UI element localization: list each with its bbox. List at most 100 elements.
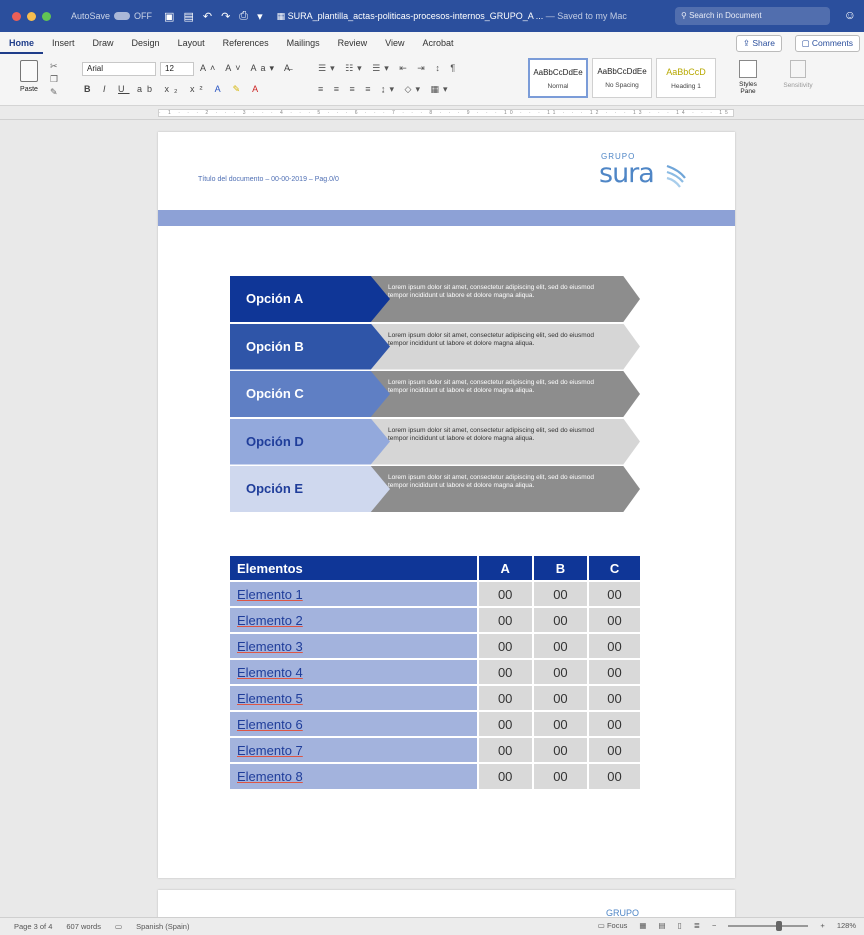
horizontal-ruler[interactable]: · 1 · · · 2 · · · 3 · · · 4 · · · 5 · · … [0, 106, 864, 120]
font-size-select[interactable]: 12 [160, 62, 194, 76]
alignment-tools[interactable]: ≡ ≡ ≡ ≡ ↨▾ ◇▾ ▦▾ [318, 84, 452, 95]
sura-logo: GRUPO sura [595, 152, 695, 196]
table-row: Elemento 2 00 00 00 [230, 606, 640, 633]
sidebar-icon[interactable]: ▣ [164, 10, 174, 23]
zoom-slider-thumb[interactable] [776, 920, 783, 931]
tab-review[interactable]: Review [329, 32, 377, 54]
styles-pane-button[interactable]: Styles Pane [735, 60, 761, 95]
header-text: Título del documento – 00-00-2019 – Pag.… [198, 176, 339, 183]
tab-acrobat[interactable]: Acrobat [414, 32, 463, 54]
tab-references[interactable]: References [214, 32, 278, 54]
language-status[interactable]: Spanish (Spain) [136, 922, 189, 931]
autosave-toggle[interactable]: AutoSave OFF [71, 11, 152, 21]
style-heading-1[interactable]: AaBbCcD Heading 1 [656, 58, 716, 98]
comment-icon: ▢ [801, 38, 812, 48]
zoom-slider[interactable] [728, 920, 809, 931]
sensitivity-button[interactable]: Sensitivity [778, 60, 818, 89]
table-cell: 00 [476, 684, 533, 711]
table-cell: Elemento 1 [230, 580, 478, 607]
toggle-icon [114, 12, 131, 20]
more-icon[interactable]: ▾ [257, 10, 263, 23]
table-cell: 00 [531, 632, 589, 659]
table-cell: 00 [476, 736, 533, 763]
zoom-level[interactable]: 128% [837, 921, 856, 930]
table-header: C [587, 556, 640, 581]
zoom-out-icon[interactable]: − [712, 921, 716, 930]
zoom-window-button[interactable] [42, 11, 51, 21]
focus-icon: ▭ [597, 921, 607, 930]
table-cell: 00 [587, 710, 640, 737]
zoom-in-icon[interactable]: + [820, 921, 824, 930]
paste-button[interactable]: Paste [14, 60, 44, 93]
comments-button[interactable]: ▢ Comments [794, 35, 860, 52]
table-cell: 00 [531, 606, 589, 633]
table-cell: 00 [587, 658, 640, 685]
search-input[interactable]: ⚲ Search in Document [675, 7, 830, 25]
table-cell: 00 [531, 762, 589, 789]
table-cell: 00 [587, 736, 640, 763]
table-cell: Elemento 5 [230, 684, 478, 711]
account-icon[interactable]: ☺ [844, 8, 856, 22]
table-cell: 00 [531, 736, 589, 763]
undo-icon[interactable]: ↶ [203, 10, 212, 23]
table-header: B [531, 556, 589, 581]
word-count[interactable]: 607 words [66, 922, 101, 931]
title-bar: AutoSave OFF ▣ ▤ ↶ ↷ ⎙ ▾ ▦ SURA_plantill… [0, 0, 864, 32]
close-window-button[interactable] [12, 11, 21, 21]
style-normal[interactable]: AaBbCcDdEe Normal [528, 58, 588, 98]
page-count[interactable]: Page 3 of 4 [14, 922, 52, 931]
style-no-spacing[interactable]: AaBbCcDdEe No Spacing [592, 58, 652, 98]
web-layout-view-icon[interactable]: ▤ [659, 921, 666, 930]
option-label: Opción C [230, 371, 390, 417]
table-cell: 00 [587, 632, 640, 659]
tab-view[interactable]: View [376, 32, 413, 54]
tab-layout[interactable]: Layout [169, 32, 214, 54]
font-name-select[interactable]: Arial [82, 62, 156, 76]
next-page[interactable]: GRUPO [158, 890, 735, 917]
table-cell: 00 [476, 710, 533, 737]
tab-mailings[interactable]: Mailings [278, 32, 329, 54]
table-cell: 00 [587, 684, 640, 711]
option-row-b: Opción B Lorem ipsum dolor sit amet, con… [230, 323, 640, 370]
tab-insert[interactable]: Insert [43, 32, 84, 54]
share-button[interactable]: ⇪ Share [735, 35, 782, 52]
print-layout-view-icon[interactable]: ▦ [639, 921, 646, 930]
proofing-icon[interactable]: ▭ [115, 922, 122, 931]
save-icon[interactable]: ▤ [183, 10, 193, 23]
focus-button[interactable]: ▭ Focus [598, 921, 628, 930]
document-canvas[interactable]: Título del documento – 00-00-2019 – Pag.… [0, 120, 864, 917]
tab-home[interactable]: Home [0, 32, 44, 54]
styles-pane-icon [739, 60, 757, 78]
table-cell: 00 [531, 658, 589, 685]
list-tools[interactable]: ☰▾ ☷▾ ☰▾ ⇤ ⇥ ↕ ¶ [318, 63, 459, 74]
table-row: Elemento 1 00 00 00 [230, 580, 640, 607]
document-page[interactable]: Título del documento – 00-00-2019 – Pag.… [158, 132, 735, 878]
redo-icon[interactable]: ↷ [221, 10, 230, 23]
print-icon[interactable]: ⎙ [239, 10, 248, 23]
tab-design[interactable]: Design [123, 32, 169, 54]
option-text: Lorem ipsum dolor sit amet, consectetur … [362, 323, 640, 370]
tab-draw[interactable]: Draw [84, 32, 123, 54]
share-icon: ⇪ [742, 38, 753, 48]
elements-table: Elementos A B C Elemento 1 00 00 00 Element… [230, 556, 640, 789]
saved-status: — Saved to my Mac [545, 10, 627, 21]
minimize-window-button[interactable] [27, 11, 36, 21]
table-cell: 00 [531, 580, 589, 607]
option-row-d: Opción D Lorem ipsum dolor sit amet, con… [230, 418, 640, 465]
clipboard-icon [20, 60, 38, 82]
cut-icon[interactable]: ✂ [50, 60, 70, 73]
table-row: Elemento 8 00 00 00 [230, 762, 640, 789]
format-painter-icon[interactable]: ✎ [50, 86, 70, 99]
read-mode-icon[interactable]: ▯ [678, 921, 682, 930]
font-size-tools[interactable]: A˄ A˅ Aa▾ A̶ [200, 63, 294, 74]
table-cell: 00 [587, 580, 640, 607]
font-format-tools[interactable]: B I U ab x₂ x² A ✎ A [84, 84, 263, 95]
table-cell: Elemento 7 [230, 736, 478, 763]
table-cell: Elemento 8 [230, 762, 478, 789]
copy-icon[interactable]: ❐ [50, 73, 70, 86]
sura-swoosh-icon [666, 164, 686, 188]
autosave-state: OFF [134, 11, 153, 21]
outline-view-icon[interactable]: ≣ [694, 921, 700, 930]
clipboard-tools: ✂ ❐ ✎ [50, 60, 70, 99]
table-row: Elemento 6 00 00 00 [230, 710, 640, 737]
